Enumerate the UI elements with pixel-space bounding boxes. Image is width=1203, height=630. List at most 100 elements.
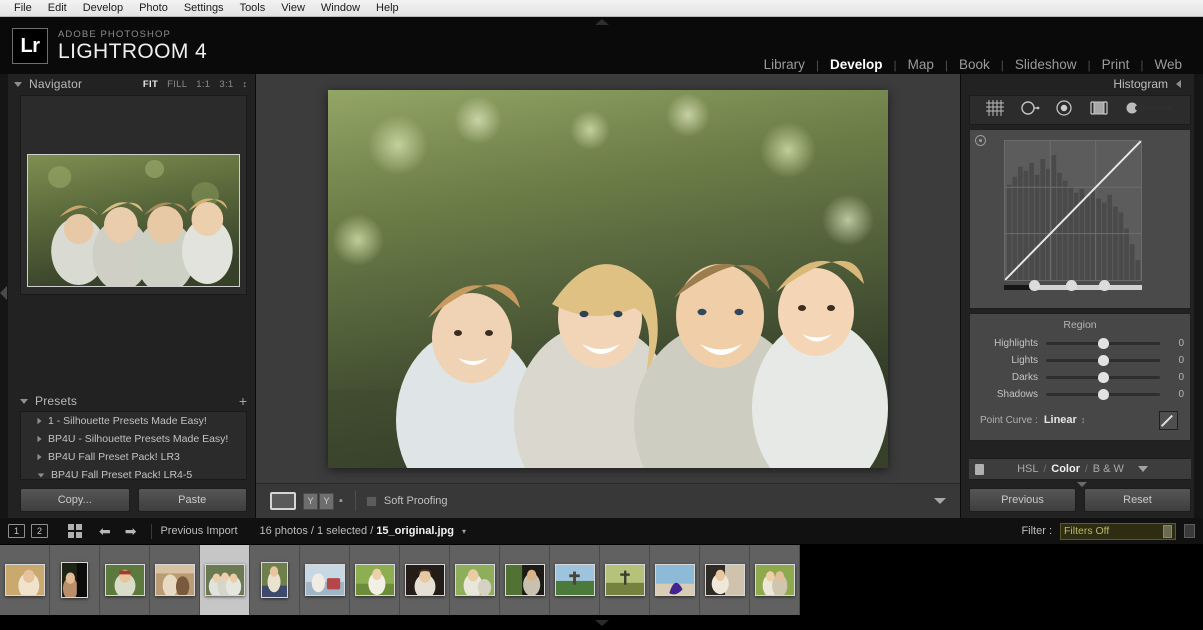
before-after-y-right[interactable]: Y: [319, 492, 334, 510]
chevron-right-icon[interactable]: [37, 453, 42, 461]
main-photo[interactable]: [328, 89, 888, 468]
zoom-stepper-icon[interactable]: ↕: [243, 79, 248, 89]
reset-button[interactable]: Reset: [1084, 488, 1191, 512]
filmstrip-item-16[interactable]: [750, 545, 800, 615]
hsl-expand-caret-icon[interactable]: [1137, 466, 1148, 472]
menu-item-window[interactable]: Window: [313, 0, 368, 16]
shadows-slider-knob[interactable]: [1097, 388, 1109, 400]
module-library[interactable]: Library: [753, 57, 816, 72]
before-after-options-icon[interactable]: ▪: [339, 495, 343, 507]
previous-button[interactable]: Previous: [969, 488, 1076, 512]
filmstrip-item-12[interactable]: [550, 545, 600, 615]
preset-folder-silhouette-1[interactable]: 1 - Silhouette Presets Made Easy!: [21, 412, 246, 430]
shadows-split-handle[interactable]: [1028, 280, 1040, 291]
module-develop[interactable]: Develop: [819, 57, 894, 72]
chevron-down-icon[interactable]: [14, 81, 22, 87]
shadows-value[interactable]: 0: [1160, 389, 1184, 400]
filmstrip-item-11[interactable]: [500, 545, 550, 615]
bw-tab[interactable]: B & W: [1088, 463, 1129, 475]
module-web[interactable]: Web: [1143, 57, 1193, 72]
module-map[interactable]: Map: [897, 57, 945, 72]
filter-stepper-icon[interactable]: [1163, 524, 1172, 538]
zoom-1-1[interactable]: 1:1: [196, 79, 210, 90]
bottom-panel-collapse-caret-icon[interactable]: [594, 620, 609, 626]
filmstrip-item-1[interactable]: [0, 545, 50, 615]
chevron-down-icon[interactable]: [20, 398, 28, 404]
chevron-down-icon[interactable]: ▾: [462, 527, 466, 536]
chevron-right-icon[interactable]: [37, 417, 42, 425]
forward-arrow-icon[interactable]: ➡: [125, 524, 137, 538]
zoom-3-1[interactable]: 3:1: [219, 79, 233, 90]
darks-value[interactable]: 0: [1160, 372, 1184, 383]
soft-proofing-checkbox[interactable]: [365, 495, 377, 507]
loupe-view-icon[interactable]: [270, 492, 296, 510]
module-book[interactable]: Book: [948, 57, 1001, 72]
menu-item-help[interactable]: Help: [368, 0, 407, 16]
highlights-slider-knob[interactable]: [1097, 337, 1109, 349]
filmstrip-item-6[interactable]: [250, 545, 300, 615]
paste-button[interactable]: Paste: [137, 488, 247, 512]
menu-item-photo[interactable]: Photo: [131, 0, 176, 16]
darks-slider-knob[interactable]: [1097, 371, 1109, 383]
filmstrip-item-7[interactable]: [300, 545, 350, 615]
crop-overlay-icon[interactable]: [985, 99, 1005, 122]
module-print[interactable]: Print: [1091, 57, 1141, 72]
hsl-tab[interactable]: HSL: [1012, 463, 1043, 475]
midtone-split-handle[interactable]: [1066, 280, 1078, 291]
toolbar-expand-caret-icon[interactable]: [934, 498, 946, 504]
darks-slider[interactable]: [1046, 371, 1160, 383]
adjustment-brush-icon[interactable]: [1125, 99, 1175, 122]
preset-folder-fall-lr3[interactable]: BP4U Fall Preset Pack! LR3: [21, 448, 246, 466]
identity-plate[interactable]: Lr ADOBE PHOTOSHOP LIGHTROOM 4: [12, 28, 207, 64]
point-curve-stepper-icon[interactable]: ↕: [1081, 415, 1086, 425]
chevron-right-icon[interactable]: [37, 435, 42, 443]
navigator-preview-image[interactable]: [27, 154, 240, 287]
navigator-header[interactable]: Navigator FIT FILL 1:1 3:1 ↕: [8, 74, 255, 94]
menu-item-edit[interactable]: Edit: [40, 0, 75, 16]
zoom-fit[interactable]: FIT: [143, 79, 158, 90]
lights-slider-knob[interactable]: [1097, 354, 1109, 366]
filter-dropdown[interactable]: Filters Off: [1060, 522, 1176, 540]
menu-item-develop[interactable]: Develop: [75, 0, 131, 16]
preset-folder-bp4u-silhouette[interactable]: BP4U - Silhouette Presets Made Easy!: [21, 430, 246, 448]
filmstrip-item-14[interactable]: [650, 545, 700, 615]
filmstrip-item-8[interactable]: [350, 545, 400, 615]
menu-item-tools[interactable]: Tools: [232, 0, 274, 16]
menu-item-view[interactable]: View: [273, 0, 313, 16]
filmstrip-item-5[interactable]: [200, 545, 250, 615]
top-panel-collapse-caret-icon[interactable]: [594, 19, 609, 25]
photo-canvas[interactable]: [256, 74, 960, 483]
filmstrip-source-label[interactable]: Previous Import: [160, 525, 237, 537]
point-curve-value[interactable]: Linear: [1044, 414, 1077, 426]
main-screen-button[interactable]: 1: [8, 524, 25, 538]
filmstrip-item-15[interactable]: [700, 545, 750, 615]
panel-switch-icon[interactable]: [975, 463, 984, 475]
preset-folder-fall-lr4-5[interactable]: BP4U Fall Preset Pack! LR4-5: [21, 466, 246, 479]
tone-curve-plot[interactable]: [1004, 140, 1142, 281]
histogram-header[interactable]: Histogram: [961, 74, 1203, 94]
lights-slider[interactable]: [1046, 354, 1160, 366]
target-adjustment-icon[interactable]: [975, 135, 986, 146]
graduated-filter-icon[interactable]: [1088, 99, 1110, 122]
menu-item-file[interactable]: File: [6, 0, 40, 16]
filmstrip-item-13[interactable]: [600, 545, 650, 615]
highlights-slider[interactable]: [1046, 337, 1160, 349]
point-curve-editor-icon[interactable]: [1159, 410, 1178, 430]
add-preset-icon[interactable]: +: [239, 394, 247, 408]
presets-list[interactable]: 1 - Silhouette Presets Made Easy! BP4U -…: [20, 411, 247, 480]
secondary-screen-button[interactable]: 2: [31, 524, 48, 538]
filmstrip-item-2[interactable]: [50, 545, 100, 615]
grid-view-icon[interactable]: [68, 524, 82, 538]
highlights-value[interactable]: 0: [1160, 338, 1184, 349]
presets-header[interactable]: Presets +: [8, 391, 255, 411]
copy-button[interactable]: Copy...: [20, 488, 130, 512]
filter-panel-toggle-icon[interactable]: [1184, 524, 1195, 538]
chevron-down-icon[interactable]: [37, 472, 45, 478]
filmstrip-item-4[interactable]: [150, 545, 200, 615]
highlights-split-handle[interactable]: [1099, 280, 1111, 291]
module-slideshow[interactable]: Slideshow: [1004, 57, 1088, 72]
chevron-left-icon[interactable]: [1176, 80, 1181, 88]
shadows-slider[interactable]: [1046, 388, 1160, 400]
zoom-fill[interactable]: FILL: [167, 79, 187, 90]
current-filename[interactable]: 15_original.jpg: [376, 525, 454, 537]
